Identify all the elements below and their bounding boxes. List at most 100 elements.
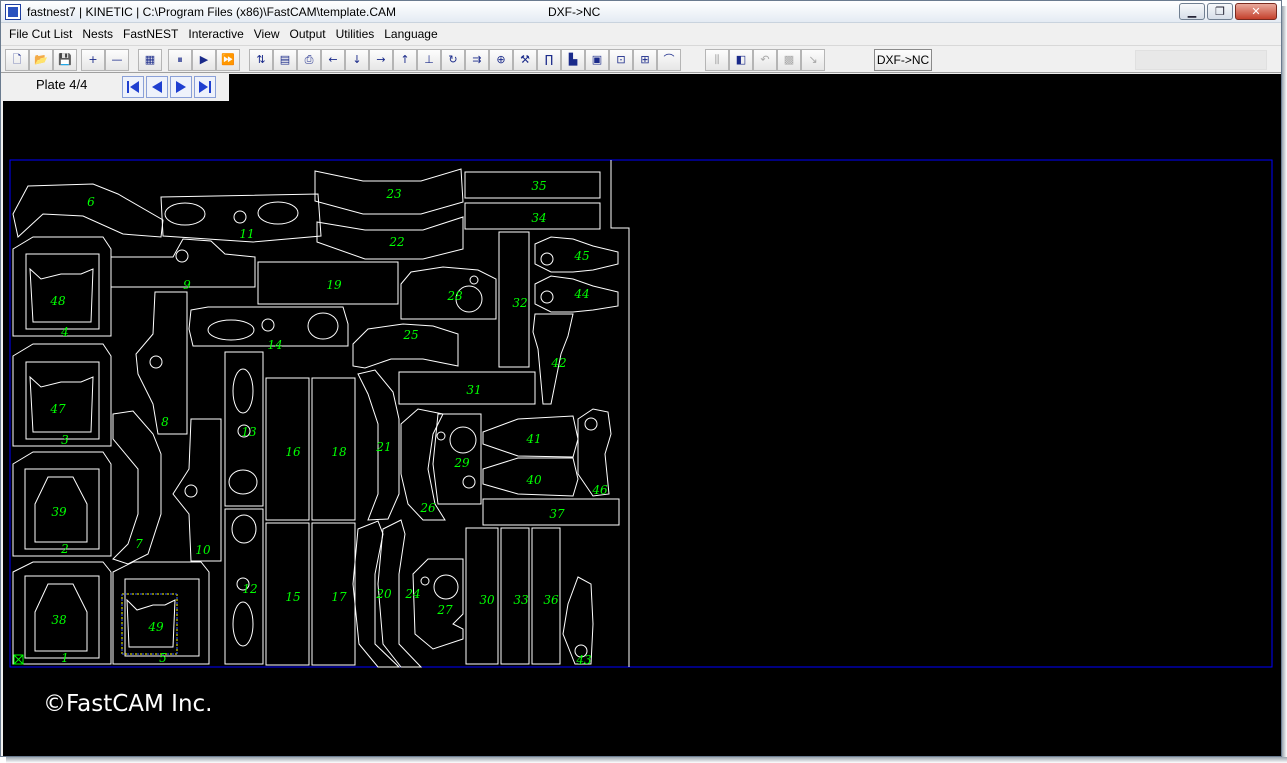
grid-button[interactable]: ▦ [138, 49, 162, 71]
part-label-48: 48 [49, 294, 66, 308]
new-file-icon: 🗋 [12, 53, 22, 66]
sort-button[interactable]: ⇅ [249, 49, 273, 71]
zoom-all-button[interactable]: ⊞ [633, 49, 657, 71]
part-label-44: 44 [573, 287, 589, 301]
zoom-all-icon: ⊞ [640, 53, 650, 66]
undo-icon: ↶ [760, 53, 770, 66]
menu-view[interactable]: View [249, 27, 285, 41]
pause-button[interactable]: ⏸ [168, 49, 192, 71]
part-label-31: 31 [466, 383, 481, 397]
part-label-3: 3 [61, 433, 69, 447]
first-plate-button[interactable] [122, 76, 144, 98]
layers-icon: ◧ [735, 53, 747, 66]
layers-button[interactable]: ◧ [729, 49, 753, 71]
wrench-button[interactable]: ⚒ [513, 49, 537, 71]
path-icon: ⌒ [663, 53, 675, 66]
common-cut-button[interactable]: ⫼ [705, 49, 729, 71]
lead-button[interactable]: ⊕ [489, 49, 513, 71]
menu-language[interactable]: Language [379, 27, 442, 41]
part-label-41: 41 [525, 432, 541, 446]
app-icon[interactable] [5, 4, 21, 20]
next-plate-button[interactable] [170, 76, 192, 98]
grid-icon: ▦ [144, 53, 156, 66]
fast-forward-button[interactable]: ⏩ [216, 49, 240, 71]
chart-button[interactable]: ▙ [561, 49, 585, 71]
print-icon: ⎙ [304, 53, 314, 66]
part-outlines [12, 160, 630, 668]
array-button[interactable]: ⇉ [465, 49, 489, 71]
part-label-23: 23 [385, 187, 402, 201]
part-label-1: 1 [61, 651, 69, 665]
report-icon: ▤ [279, 53, 291, 66]
close-button[interactable]: ✕ [1235, 3, 1277, 20]
part-label-17: 17 [331, 590, 347, 604]
menu-file-cut-list[interactable]: File Cut List [4, 27, 77, 41]
part-label-19: 19 [326, 278, 342, 292]
dxf-to-nc-button[interactable]: DXF->NC [874, 49, 932, 71]
zoom-button[interactable]: ⊡ [609, 49, 633, 71]
toolbar-group: 🗋 📂 💾 [5, 49, 77, 71]
maximize-button[interactable]: ❐ [1207, 3, 1233, 20]
move-down-button[interactable]: ↓ [345, 49, 369, 71]
array-icon: ⇉ [472, 53, 482, 66]
move-right-button[interactable]: → [369, 49, 393, 71]
part-label-5: 5 [159, 651, 167, 665]
part-label-4: 4 [60, 325, 69, 339]
move-down-icon: ↓ [352, 53, 362, 66]
nest-canvas[interactable]: 1 2 3 4 5 6 7 8 9 10 11 12 13 14 15 16 17 18 19 20 21 22 23 24 2… [3, 74, 1281, 756]
part-label-15: 15 [285, 590, 300, 604]
save-button[interactable]: 💾 [53, 49, 77, 71]
menu-nests[interactable]: Nests [77, 27, 118, 41]
move-left-button[interactable]: ← [321, 49, 345, 71]
first-plate-icon [127, 81, 139, 93]
remnant-button[interactable]: ▣ [585, 49, 609, 71]
part-label-24: 24 [404, 587, 420, 601]
play-button[interactable]: ▶ [192, 49, 216, 71]
bridge-button[interactable]: ∏ [537, 49, 561, 71]
nc-disabled-button[interactable]: ↘ [801, 49, 825, 71]
menu-interactive[interactable]: Interactive [183, 27, 248, 41]
undo-button[interactable]: ↶ [753, 49, 777, 71]
zoom-icon: ⊡ [616, 53, 626, 66]
toolbar: 🗋 📂 💾 + — ▦ ⏸ ▶ ⏩ ⇅ ▤ ⎙ ← ↓ → ↑ ⊥ ↻ ⇉ ⊕ ⚒ ∏ ▙ ▣ ⊡ ⊞ ⌒ ⫼ ◧ ↶ ▩ ↘ DXF->NC [1, 45, 1281, 73]
plate-disabled-button[interactable]: ▩ [777, 49, 801, 71]
toolbar-group: + — [81, 49, 129, 71]
menu-bar: File Cut List Nests FastNEST Interactive… [1, 23, 1281, 44]
align-button[interactable]: ⊥ [417, 49, 441, 71]
part-3-outline [12, 343, 112, 447]
title-bar: fastnest7 | KINETIC | C:\Program Files (… [1, 1, 1281, 23]
main-window: fastnest7 | KINETIC | C:\Program Files (… [0, 0, 1282, 757]
menu-utilities[interactable]: Utilities [331, 27, 380, 41]
new-file-button[interactable]: 🗋 [5, 49, 29, 71]
part-2-outline [12, 451, 112, 557]
window-mode-label: DXF->NC [548, 5, 601, 19]
part-label-16: 16 [285, 445, 301, 459]
print-button[interactable]: ⎙ [297, 49, 321, 71]
toolbar-status-field [1135, 50, 1267, 70]
next-plate-icon [176, 81, 186, 93]
menu-fastnest[interactable]: FastNEST [118, 27, 183, 41]
rotate-button[interactable]: ↻ [441, 49, 465, 71]
open-folder-button[interactable]: 📂 [29, 49, 53, 71]
part-label-14: 14 [267, 338, 282, 352]
remnant-icon: ▣ [591, 53, 603, 66]
part-43-outline [562, 576, 594, 665]
path-button[interactable]: ⌒ [657, 49, 681, 71]
prev-plate-button[interactable] [146, 76, 168, 98]
part-label-45: 45 [573, 249, 589, 263]
move-up-button[interactable]: ↑ [393, 49, 417, 71]
last-plate-button[interactable] [194, 76, 216, 98]
part-label-21: 21 [375, 440, 391, 454]
report-button[interactable]: ▤ [273, 49, 297, 71]
minimize-button[interactable]: ▁ [1179, 3, 1205, 20]
part-label-34: 34 [531, 211, 546, 225]
part-label-36: 36 [543, 593, 559, 607]
remove-part-button[interactable]: — [105, 49, 129, 71]
nest-drawing[interactable]: 1234567891011121314151617181920212223242… [3, 74, 1281, 756]
part-label-40: 40 [525, 473, 542, 487]
menu-output[interactable]: Output [285, 27, 331, 41]
align-icon: ⊥ [424, 53, 434, 66]
play-icon: ▶ [199, 53, 209, 66]
add-part-button[interactable]: + [81, 49, 105, 71]
part-label-27: 27 [436, 603, 453, 617]
